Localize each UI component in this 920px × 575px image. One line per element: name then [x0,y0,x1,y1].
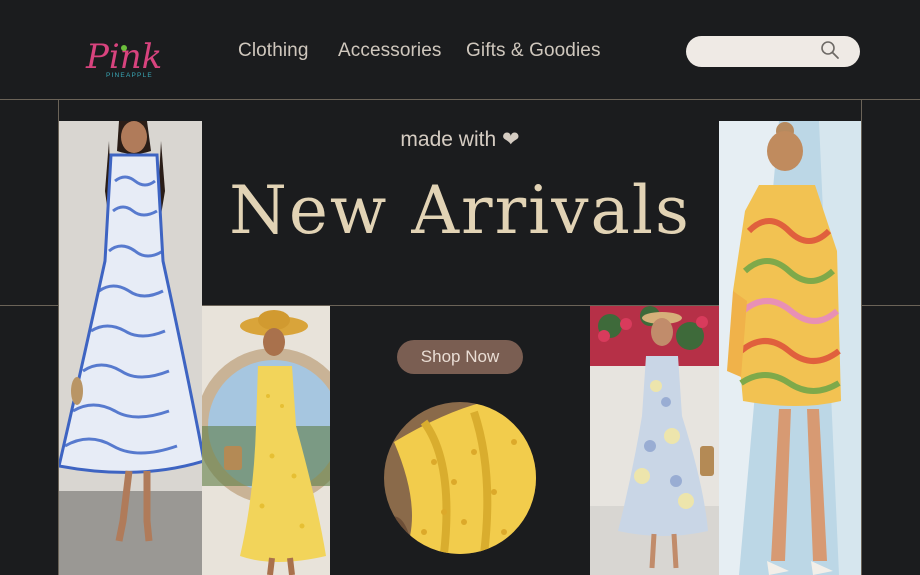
header-divider [0,99,920,100]
nav-accessories[interactable]: Accessories [338,40,442,62]
brand-tagline: PINEAPPLE [106,72,153,79]
brand-name: Pink [85,37,162,77]
brand-logo[interactable]: Pink PINEAPPLE [84,26,166,82]
nav-gifts-goodies[interactable]: Gifts & Goodies [466,40,601,62]
search-input[interactable] [700,36,820,67]
right-guide [861,99,862,575]
product-photo-yellow-dress-hat[interactable] [202,306,330,575]
search-icon[interactable] [820,40,840,60]
nav-clothing[interactable]: Clothing [238,40,309,62]
product-photo-eyelet-detail[interactable] [384,402,536,554]
hero-kicker: made with ❤ [400,128,520,151]
hero-title: New Arrivals [229,172,691,249]
product-photo-floral-sundress[interactable] [590,306,719,575]
shop-now-button[interactable]: Shop Now [397,340,523,374]
